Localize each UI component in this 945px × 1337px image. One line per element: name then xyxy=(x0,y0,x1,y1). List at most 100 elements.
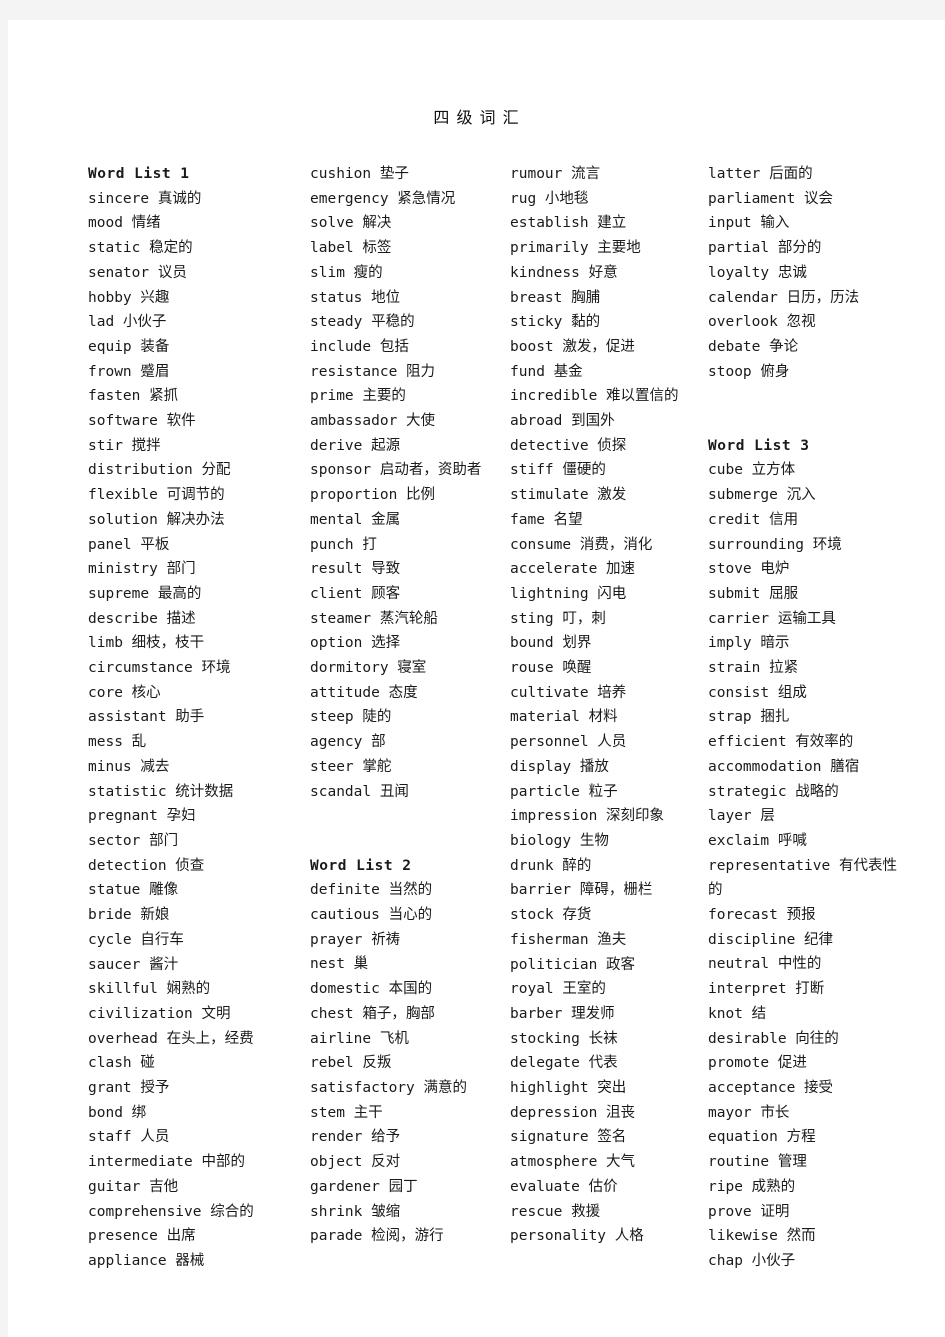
vocabulary-entry: solve 解决 xyxy=(310,215,392,232)
vocabulary-entry: bond 绑 xyxy=(88,1104,147,1121)
vocabulary-entry: carrier 运输工具 xyxy=(708,610,836,627)
vocabulary-entry: impression 深刻印象 xyxy=(510,808,665,825)
vocabulary-entry: evaluate 估价 xyxy=(510,1178,618,1195)
vocabulary-entry: prime 主要的 xyxy=(310,388,406,405)
vocabulary-entry: dormitory 寝室 xyxy=(310,660,427,677)
vocabulary-entry: bound 划界 xyxy=(510,635,592,652)
vocabulary-entry: mess 乱 xyxy=(88,734,147,751)
vocabulary-entry: equip 装备 xyxy=(88,338,170,355)
vocabulary-entry: latter 后面的 xyxy=(708,166,813,182)
vocabulary-entry: skillful 娴熟的 xyxy=(88,981,211,998)
vocabulary-entry: appliance 器械 xyxy=(88,1252,205,1269)
vocabulary-entry: acceptance 接受 xyxy=(708,1080,834,1096)
vocabulary-entry: royal 王室的 xyxy=(510,981,606,998)
vocabulary-entry: overlook 忽视 xyxy=(708,314,816,331)
word-list-columns: Word List 1 sincere 真诚的 mood 情绪 static 稳定的 s… xyxy=(8,162,945,1274)
vocabulary-entry: stocking 长袜 xyxy=(510,1030,618,1047)
vocabulary-entry: efficient 有效率的 xyxy=(708,734,854,751)
word-column-2: cushion 垫子 emergency 紧急情况 solve 解决 label 标签… xyxy=(310,162,510,1249)
vocabulary-entry: cube 立方体 xyxy=(708,462,796,479)
vocabulary-entry: imply 暗示 xyxy=(708,635,790,652)
vocabulary-entry: breast 胸脯 xyxy=(510,289,601,306)
vocabulary-entry: stiff 僵硬的 xyxy=(510,462,606,479)
vocabulary-entry: proportion 比例 xyxy=(310,487,436,504)
vocabulary-entry: consume 消费，消化 xyxy=(510,536,653,553)
vocabulary-entry: parade 检阅，游行 xyxy=(310,1228,444,1245)
vocabulary-entry: submerge 沉入 xyxy=(708,487,816,504)
word-column-3: rumour 流言 rug 小地毯 establish 建立 primarily 主要… xyxy=(510,162,708,1249)
vocabulary-entry: hobby 兴趣 xyxy=(88,289,170,306)
vocabulary-entry: clash 碰 xyxy=(88,1055,155,1072)
vocabulary-entry: guitar 吉他 xyxy=(88,1178,179,1195)
vocabulary-entry: attitude 态度 xyxy=(310,684,418,701)
vocabulary-entry: ministry 部门 xyxy=(88,561,196,578)
vocabulary-entry: stimulate 激发 xyxy=(510,487,627,504)
vocabulary-entry: statistic 统计数据 xyxy=(88,783,234,800)
vocabulary-entry: comprehensive 综合的 xyxy=(88,1203,254,1220)
vocabulary-entry: render 给予 xyxy=(310,1129,401,1146)
vocabulary-entry: rescue 救援 xyxy=(510,1203,601,1220)
vocabulary-entry: desirable 向往的 xyxy=(708,1030,839,1047)
vocabulary-entry: cushion 垫子 xyxy=(310,166,409,182)
vocabulary-entry: strain 拉紧 xyxy=(708,660,799,677)
vocabulary-entry: resistance 阻力 xyxy=(310,363,436,380)
vocabulary-entry: personnel 人员 xyxy=(510,734,627,751)
vocabulary-entry: representative 有代表性的 xyxy=(708,857,897,899)
vocabulary-entry: signature 签名 xyxy=(510,1129,627,1146)
vocabulary-entry: label 标签 xyxy=(310,240,392,257)
vocabulary-entry: static 稳定的 xyxy=(88,240,193,257)
vocabulary-entry: loyalty 忠诚 xyxy=(708,264,807,281)
vocabulary-entry: fund 基金 xyxy=(510,363,583,380)
vocabulary-entry: barber 理发师 xyxy=(510,1005,615,1022)
vocabulary-entry: stoop 俯身 xyxy=(708,363,790,380)
vocabulary-entry: sticky 黏的 xyxy=(510,314,601,331)
vocabulary-entry: boost 激发，促进 xyxy=(510,338,635,355)
vocabulary-entry: particle 粒子 xyxy=(510,783,618,800)
vocabulary-entry: submit 屈服 xyxy=(708,585,799,602)
word-list-heading: Word List 1 xyxy=(88,166,190,182)
word-list-heading: Word List 2 xyxy=(310,857,412,874)
word-column-4: latter 后面的 parliament 议会 input 输入 partial 部… xyxy=(708,162,908,1274)
vocabulary-entry: lightning 闪电 xyxy=(510,585,627,602)
vocabulary-entry: detection 侦查 xyxy=(88,857,205,874)
vocabulary-entry: distribution 分配 xyxy=(88,462,231,479)
vocabulary-entry: intermediate 中部的 xyxy=(88,1154,245,1171)
vocabulary-entry: civilization 文明 xyxy=(88,1005,231,1022)
vocabulary-entry: presence 出席 xyxy=(88,1228,196,1245)
vocabulary-entry: delegate 代表 xyxy=(510,1055,618,1072)
vocabulary-entry: core 核心 xyxy=(88,684,161,701)
vocabulary-entry: chest 箱子，胸部 xyxy=(310,1005,435,1022)
vocabulary-entry: rug 小地毯 xyxy=(510,190,589,207)
vocabulary-entry: display 播放 xyxy=(510,758,609,775)
vocabulary-entry: mental 金属 xyxy=(310,511,401,528)
vocabulary-entry: stove 电炉 xyxy=(708,561,790,578)
vocabulary-entry: steady 平稳的 xyxy=(310,314,415,331)
vocabulary-entry: stir 搅拌 xyxy=(88,437,161,454)
vocabulary-entry: drunk 醉的 xyxy=(510,857,592,874)
vocabulary-entry: interpret 打断 xyxy=(708,981,825,998)
vocabulary-entry: minus 减去 xyxy=(88,758,170,775)
vocabulary-entry: airline 飞机 xyxy=(310,1030,409,1047)
vocabulary-entry: likewise 然而 xyxy=(708,1228,816,1245)
vocabulary-entry: sincere 真诚的 xyxy=(88,190,202,207)
vocabulary-entry: slim 瘦的 xyxy=(310,264,383,281)
vocabulary-entry: calendar 日历，历法 xyxy=(708,289,860,306)
vocabulary-entry: punch 打 xyxy=(310,536,377,553)
vocabulary-entry: kindness 好意 xyxy=(510,264,618,281)
vocabulary-entry: result 导致 xyxy=(310,561,401,578)
vocabulary-entry: fame 名望 xyxy=(510,511,583,528)
vocabulary-entry: primarily 主要地 xyxy=(510,240,641,257)
vocabulary-entry: status 地位 xyxy=(310,289,401,306)
vocabulary-entry: ripe 成熟的 xyxy=(708,1178,796,1195)
vocabulary-entry: panel 平板 xyxy=(88,536,170,553)
vocabulary-entry: gardener 园丁 xyxy=(310,1178,418,1195)
vocabulary-entry: incredible 难以置信的 xyxy=(510,388,679,405)
vocabulary-entry: option 选择 xyxy=(310,635,401,652)
vocabulary-entry: consist 组成 xyxy=(708,684,807,701)
vocabulary-entry: cycle 自行车 xyxy=(88,931,184,948)
vocabulary-entry: rouse 唤醒 xyxy=(510,660,592,677)
vocabulary-entry: depression 沮丧 xyxy=(510,1104,636,1121)
vocabulary-entry: assistant 助手 xyxy=(88,709,205,726)
vocabulary-entry: highlight 突出 xyxy=(510,1080,627,1097)
page-title: 四 级 词 汇 xyxy=(433,108,520,127)
